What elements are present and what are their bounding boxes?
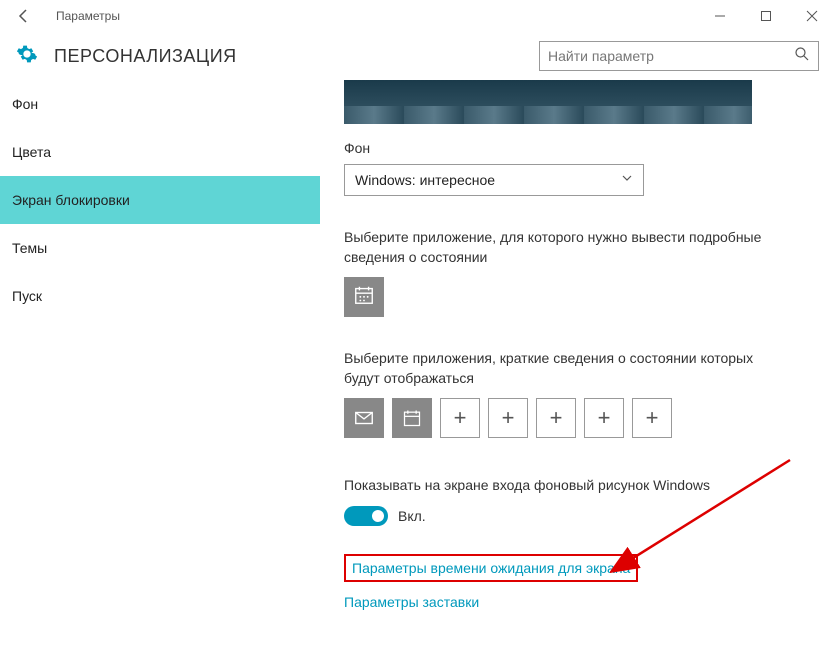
detailed-status-label: Выберите приложение, для которого нужно … — [344, 228, 764, 267]
maximize-icon — [760, 10, 772, 22]
window-controls — [697, 0, 835, 32]
sidebar-item-background[interactable]: Фон — [0, 80, 320, 128]
background-label: Фон — [344, 140, 815, 156]
search-icon — [794, 46, 810, 67]
page-title: ПЕРСОНАЛИЗАЦИЯ — [54, 46, 237, 67]
quick-tile-add-1[interactable]: + — [440, 398, 480, 438]
screen-timeout-link[interactable]: Параметры времени ожидания для экрана — [352, 560, 630, 576]
background-dropdown[interactable]: Windows: интересное — [344, 164, 644, 196]
screensaver-link[interactable]: Параметры заставки — [344, 594, 815, 610]
sidebar-item-label: Пуск — [12, 288, 42, 304]
plus-icon: + — [598, 405, 611, 431]
toggle-state-label: Вкл. — [398, 508, 426, 524]
quick-status-label: Выберите приложения, краткие сведения о … — [344, 349, 764, 388]
gear-icon — [16, 43, 38, 70]
content: Фон Windows: интересное Выберите приложе… — [320, 80, 835, 672]
close-icon — [806, 10, 818, 22]
highlighted-link-box: Параметры времени ожидания для экрана — [344, 554, 638, 582]
calendar-icon — [402, 408, 422, 428]
sidebar-item-label: Цвета — [12, 144, 51, 160]
sidebar-item-colors[interactable]: Цвета — [0, 128, 320, 176]
quick-tile-add-3[interactable]: + — [536, 398, 576, 438]
calendar-icon — [353, 284, 375, 311]
lockscreen-preview — [344, 80, 752, 124]
chevron-down-icon — [621, 171, 633, 189]
quick-tile-mail[interactable] — [344, 398, 384, 438]
quick-tile-add-5[interactable]: + — [632, 398, 672, 438]
back-button[interactable] — [8, 0, 40, 32]
close-button[interactable] — [789, 0, 835, 32]
quick-tile-add-2[interactable]: + — [488, 398, 528, 438]
sidebar-item-start[interactable]: Пуск — [0, 272, 320, 320]
back-arrow-icon — [16, 8, 32, 24]
quick-status-tiles: + + + + + — [344, 398, 815, 438]
quick-tile-calendar[interactable] — [392, 398, 432, 438]
maximize-button[interactable] — [743, 0, 789, 32]
search-box[interactable] — [539, 41, 819, 71]
signin-bg-toggle-row: Вкл. — [344, 506, 815, 526]
minimize-button[interactable] — [697, 0, 743, 32]
dropdown-value: Windows: интересное — [355, 172, 621, 188]
header: ПЕРСОНАЛИЗАЦИЯ — [0, 32, 835, 80]
window-title: Параметры — [56, 9, 120, 23]
plus-icon: + — [502, 405, 515, 431]
mail-icon — [353, 407, 375, 429]
toggle-knob — [372, 510, 384, 522]
sidebar-item-label: Экран блокировки — [12, 192, 130, 208]
signin-bg-label: Показывать на экране входа фоновый рисун… — [344, 476, 764, 496]
titlebar: Параметры — [0, 0, 835, 32]
detailed-status-app-tile[interactable] — [344, 277, 384, 317]
sidebar-item-lockscreen[interactable]: Экран блокировки — [0, 176, 320, 224]
signin-bg-toggle[interactable] — [344, 506, 388, 526]
plus-icon: + — [550, 405, 563, 431]
minimize-icon — [714, 10, 726, 22]
main: Фон Цвета Экран блокировки Темы Пуск Фон… — [0, 80, 835, 672]
sidebar: Фон Цвета Экран блокировки Темы Пуск — [0, 80, 320, 672]
plus-icon: + — [646, 405, 659, 431]
sidebar-item-label: Фон — [12, 96, 38, 112]
plus-icon: + — [454, 405, 467, 431]
sidebar-item-label: Темы — [12, 240, 47, 256]
sidebar-item-themes[interactable]: Темы — [0, 224, 320, 272]
search-input[interactable] — [548, 48, 794, 64]
quick-tile-add-4[interactable]: + — [584, 398, 624, 438]
